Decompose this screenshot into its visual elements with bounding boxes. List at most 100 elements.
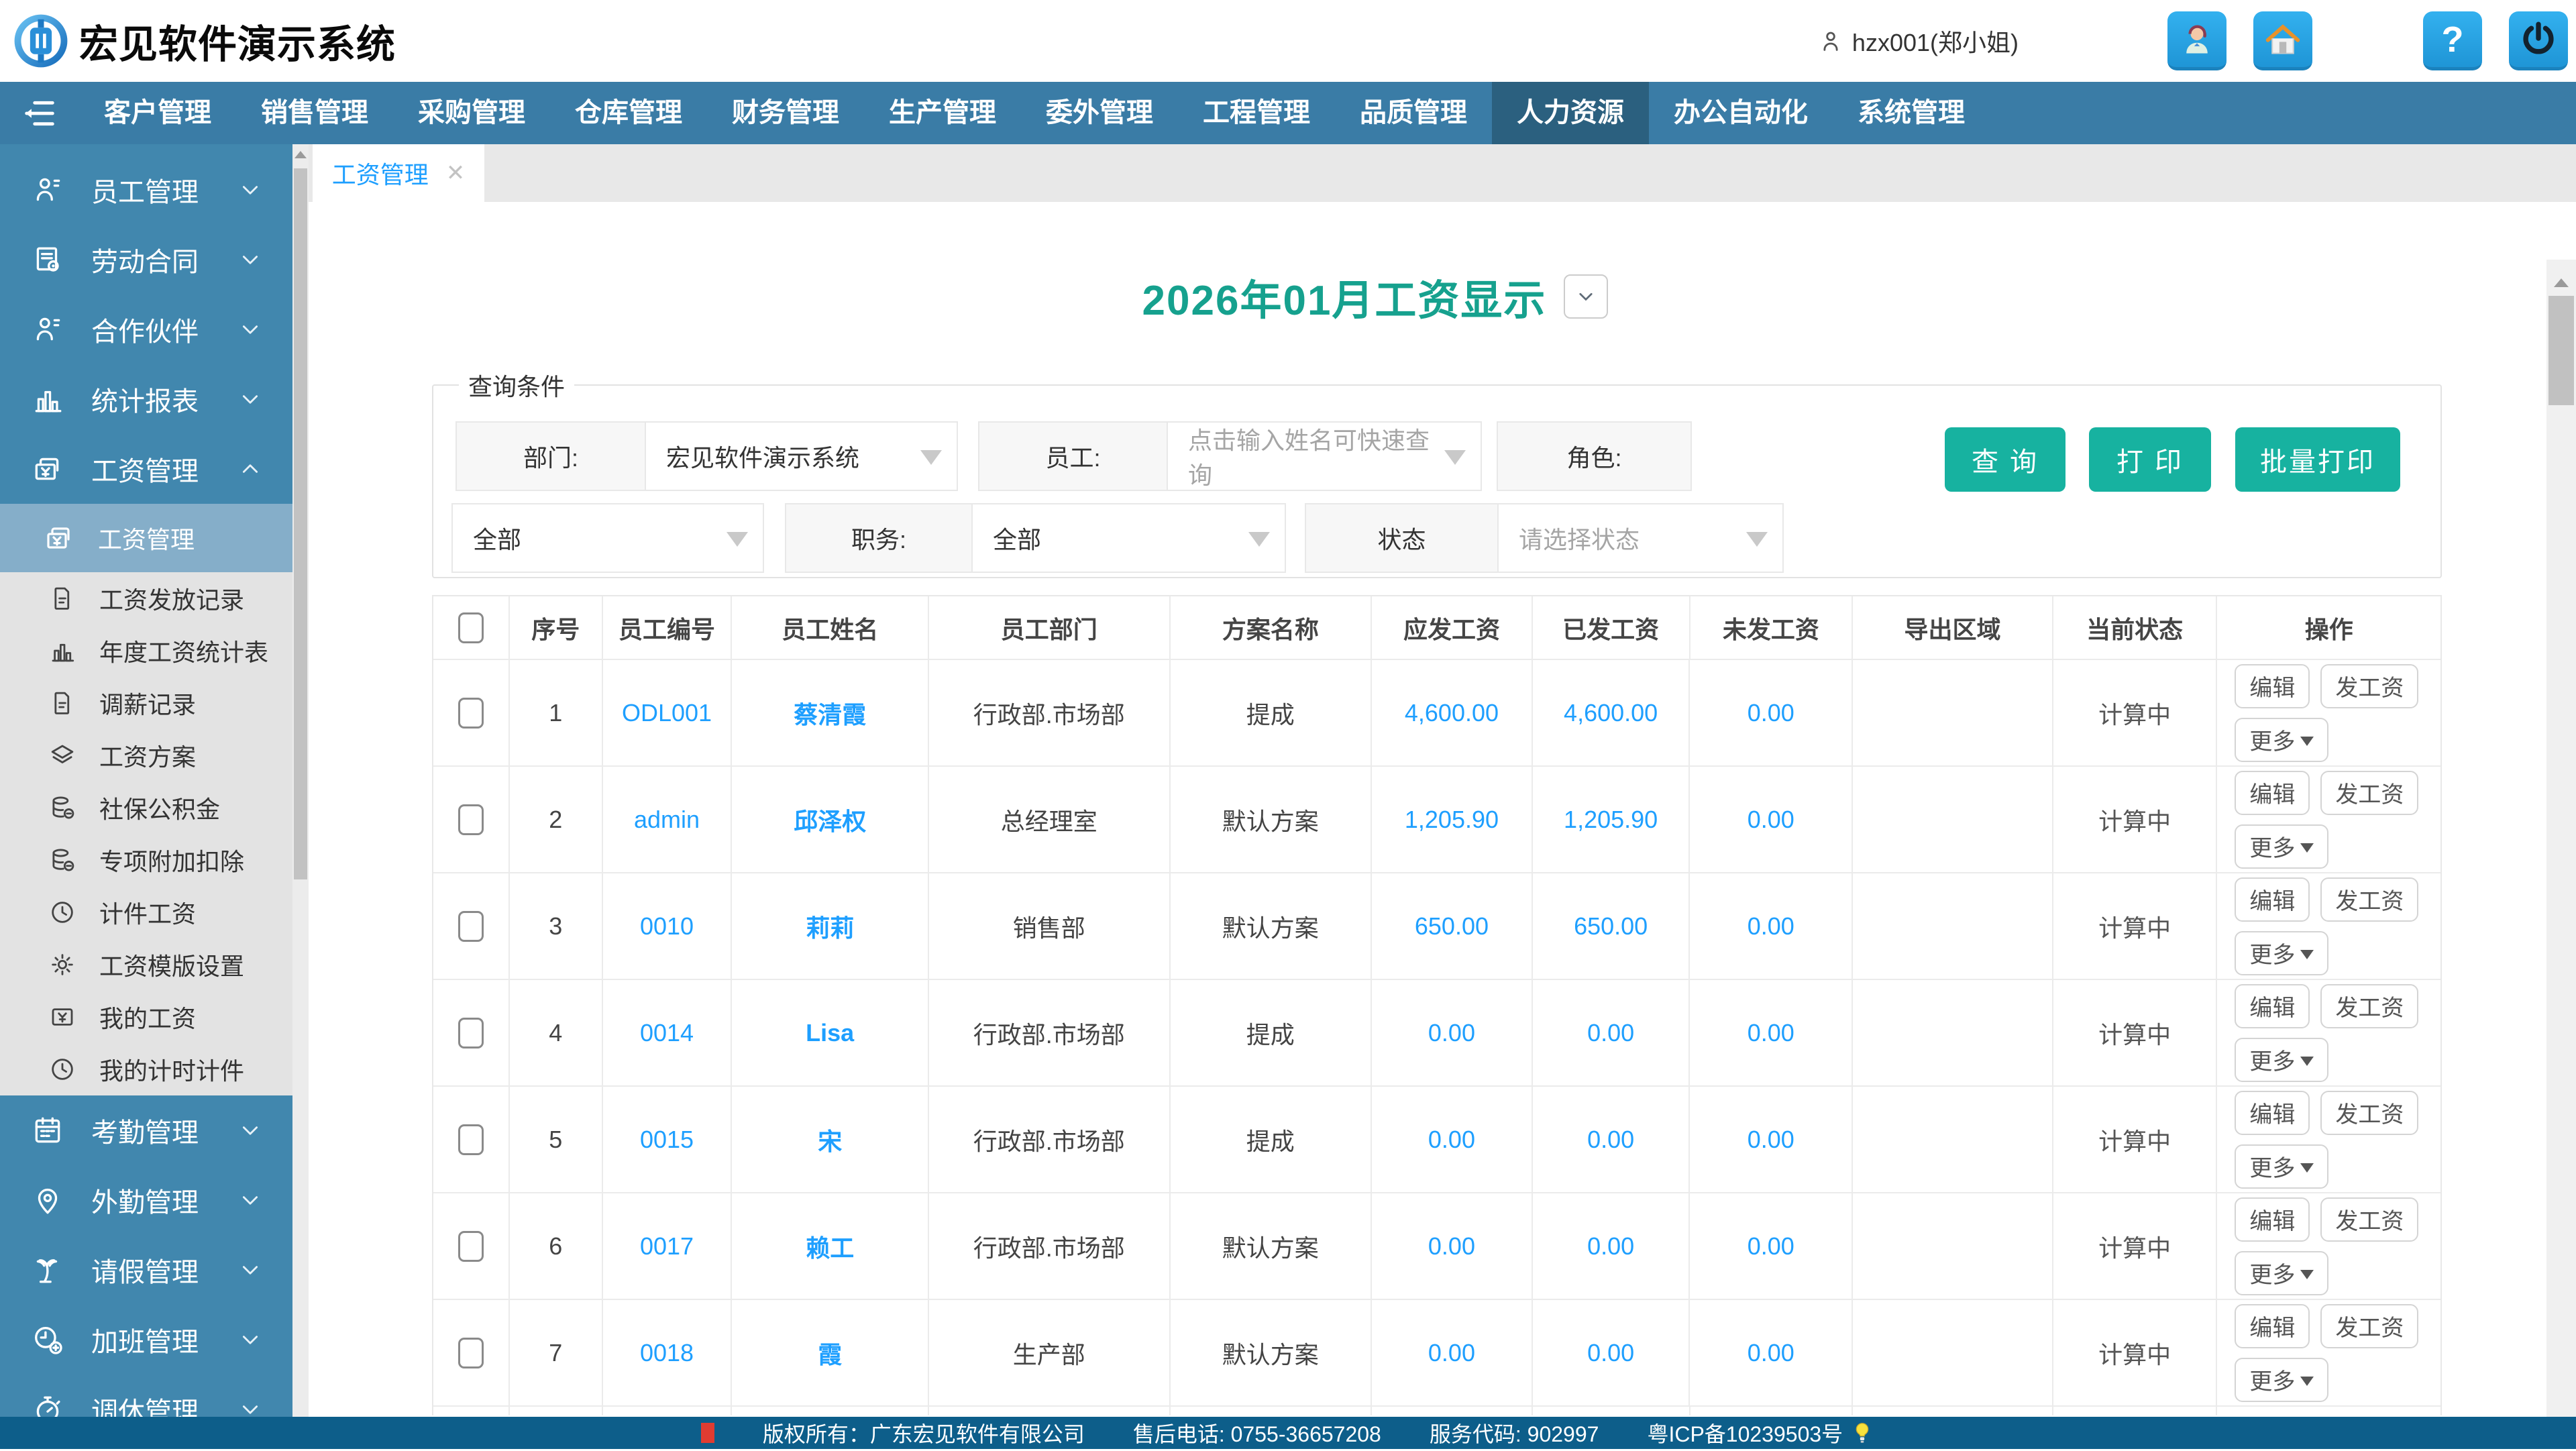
- sidebar-group-partners[interactable]: 合作伙伴: [0, 294, 292, 364]
- batch-print-button[interactable]: 批量打印: [2235, 427, 2400, 492]
- footer-icp[interactable]: 粤ICP备10239503号: [1647, 1417, 1843, 1448]
- content-scrollbar-thumb[interactable]: [2548, 296, 2574, 405]
- nav-item-6[interactable]: 生产管理: [864, 82, 1021, 144]
- sidebar-scrollbar[interactable]: [292, 144, 309, 1417]
- cell-employee-name[interactable]: 蔡清霞: [732, 660, 929, 765]
- more-button[interactable]: 更多: [2235, 718, 2328, 762]
- cell-employee-id[interactable]: admin: [603, 767, 733, 872]
- cell-employee-name[interactable]: Lisa: [732, 980, 929, 1085]
- checkbox-icon[interactable]: [458, 911, 484, 942]
- sidebar-group-attendance-mgmt[interactable]: 考勤管理: [0, 1095, 292, 1165]
- sidebar-item-annual-salary-report[interactable]: 年度工资统计表: [0, 625, 292, 677]
- nav-item-12[interactable]: 系统管理: [1833, 82, 1990, 144]
- more-button[interactable]: 更多: [2235, 1038, 2328, 1082]
- edit-button[interactable]: 编辑: [2235, 1197, 2310, 1242]
- content-scrollbar[interactable]: [2546, 260, 2576, 1417]
- cell-employee-name[interactable]: 邱泽权: [732, 767, 929, 872]
- row-checkbox[interactable]: [433, 767, 510, 872]
- more-button[interactable]: 更多: [2235, 1251, 2328, 1295]
- more-button[interactable]: 更多: [2235, 1144, 2328, 1189]
- pay-salary-button[interactable]: 发工资: [2320, 1091, 2418, 1135]
- edit-button[interactable]: 编辑: [2235, 1091, 2310, 1135]
- more-button[interactable]: 更多: [2235, 1358, 2328, 1402]
- sidebar-item-salary-payment-records[interactable]: 工资发放记录: [0, 572, 292, 625]
- employee-select[interactable]: 点击输入姓名可快速查询: [1168, 421, 1482, 491]
- sidebar-group-statistics-report[interactable]: 统计报表: [0, 364, 292, 434]
- more-button[interactable]: 更多: [2235, 931, 2328, 975]
- search-button[interactable]: 查 询: [1945, 427, 2065, 492]
- sidebar-scrollbar-thumb[interactable]: [294, 168, 307, 879]
- nav-item-8[interactable]: 工程管理: [1178, 82, 1335, 144]
- sidebar-item-my-timekeeping[interactable]: 我的计时计件: [0, 1043, 292, 1095]
- nav-item-2[interactable]: 销售管理: [236, 82, 393, 144]
- sidebar-group-overtime-mgmt[interactable]: 加班管理: [0, 1305, 292, 1375]
- sidebar-group-field-work-mgmt[interactable]: 外勤管理: [0, 1165, 292, 1235]
- tab-salary-management[interactable]: 工资管理 ✕: [313, 144, 484, 202]
- pay-salary-button[interactable]: 发工资: [2320, 877, 2418, 922]
- cell-employee-id[interactable]: ODL001: [603, 660, 733, 765]
- pay-salary-button[interactable]: 发工资: [2320, 1197, 2418, 1242]
- nav-item-1[interactable]: 客户管理: [79, 82, 236, 144]
- row-checkbox[interactable]: [433, 980, 510, 1085]
- sidebar-item-my-salary[interactable]: 我的工资: [0, 991, 292, 1043]
- nav-item-5[interactable]: 财务管理: [707, 82, 864, 144]
- cell-employee-id[interactable]: 0017: [603, 1193, 733, 1299]
- cell-employee-id[interactable]: 0018: [603, 1300, 733, 1405]
- cell-employee-id[interactable]: 0015: [603, 1087, 733, 1192]
- cell-employee-id[interactable]: 0010: [603, 873, 733, 979]
- edit-button[interactable]: 编辑: [2235, 1304, 2310, 1348]
- sidebar-group-leave-mgmt[interactable]: 请假管理: [0, 1235, 292, 1305]
- edit-button[interactable]: 编辑: [2235, 984, 2310, 1028]
- checkbox-icon[interactable]: [458, 1124, 484, 1155]
- sidebar-item-special-deduction[interactable]: 专项附加扣除: [0, 834, 292, 886]
- scroll-up-icon[interactable]: [294, 151, 307, 158]
- user-info[interactable]: hzx001(郑小姐): [1817, 23, 2019, 58]
- sidebar-group-labor-contract[interactable]: 劳动合同: [0, 225, 292, 294]
- customer-service-button[interactable]: [2167, 11, 2226, 70]
- sidebar-group-employee-mgmt[interactable]: 员工管理: [0, 155, 292, 225]
- checkbox-icon[interactable]: [458, 1018, 484, 1049]
- checkbox-icon[interactable]: [458, 1338, 484, 1368]
- sidebar-item-social-insurance-fund[interactable]: 社保公积金: [0, 782, 292, 834]
- checkbox-icon[interactable]: [458, 1231, 484, 1262]
- pay-salary-button[interactable]: 发工资: [2320, 1304, 2418, 1348]
- nav-item-3[interactable]: 采购管理: [393, 82, 550, 144]
- row-checkbox[interactable]: [433, 1300, 510, 1405]
- home-button[interactable]: [2253, 11, 2312, 70]
- cell-employee-name[interactable]: 莉莉: [732, 873, 929, 979]
- edit-button[interactable]: 编辑: [2235, 771, 2310, 815]
- select-all-checkbox[interactable]: [433, 596, 510, 659]
- pay-salary-button[interactable]: 发工资: [2320, 771, 2418, 815]
- cell-employee-name[interactable]: 赖工: [732, 1193, 929, 1299]
- nav-item-10[interactable]: 人力资源: [1492, 82, 1649, 144]
- role-select[interactable]: 全部: [451, 503, 764, 573]
- sidebar-item-salary-scheme[interactable]: 工资方案: [0, 729, 292, 782]
- position-select[interactable]: 全部: [973, 503, 1286, 573]
- print-button[interactable]: 打 印: [2089, 427, 2211, 492]
- sidebar-group-salary-mgmt[interactable]: 工资管理: [0, 434, 292, 504]
- row-checkbox[interactable]: [433, 1087, 510, 1192]
- sidebar-item-piecework-salary[interactable]: 计件工资: [0, 886, 292, 938]
- nav-item-9[interactable]: 品质管理: [1335, 82, 1492, 144]
- nav-item-11[interactable]: 办公自动化: [1649, 82, 1833, 144]
- collapse-sidebar-icon[interactable]: [20, 94, 59, 133]
- nav-item-4[interactable]: 仓库管理: [550, 82, 707, 144]
- help-button[interactable]: ?: [2423, 11, 2482, 70]
- row-checkbox[interactable]: [433, 660, 510, 765]
- pay-salary-button[interactable]: 发工资: [2320, 984, 2418, 1028]
- scroll-up-icon[interactable]: [2554, 278, 2569, 287]
- checkbox-icon[interactable]: [458, 804, 484, 835]
- sidebar-item-salary-template-settings[interactable]: 工资模版设置: [0, 938, 292, 991]
- edit-button[interactable]: 编辑: [2235, 664, 2310, 708]
- edit-button[interactable]: 编辑: [2235, 877, 2310, 922]
- power-button[interactable]: [2509, 11, 2568, 70]
- more-button[interactable]: 更多: [2235, 824, 2328, 869]
- status-select[interactable]: 请选择状态: [1499, 503, 1784, 573]
- row-checkbox[interactable]: [433, 1193, 510, 1299]
- checkbox-icon[interactable]: [458, 612, 484, 643]
- cell-employee-name[interactable]: 霞: [732, 1300, 929, 1405]
- row-checkbox[interactable]: [433, 873, 510, 979]
- checkbox-icon[interactable]: [458, 698, 484, 729]
- cell-employee-id[interactable]: 0014: [603, 980, 733, 1085]
- month-dropdown-button[interactable]: [1564, 274, 1608, 319]
